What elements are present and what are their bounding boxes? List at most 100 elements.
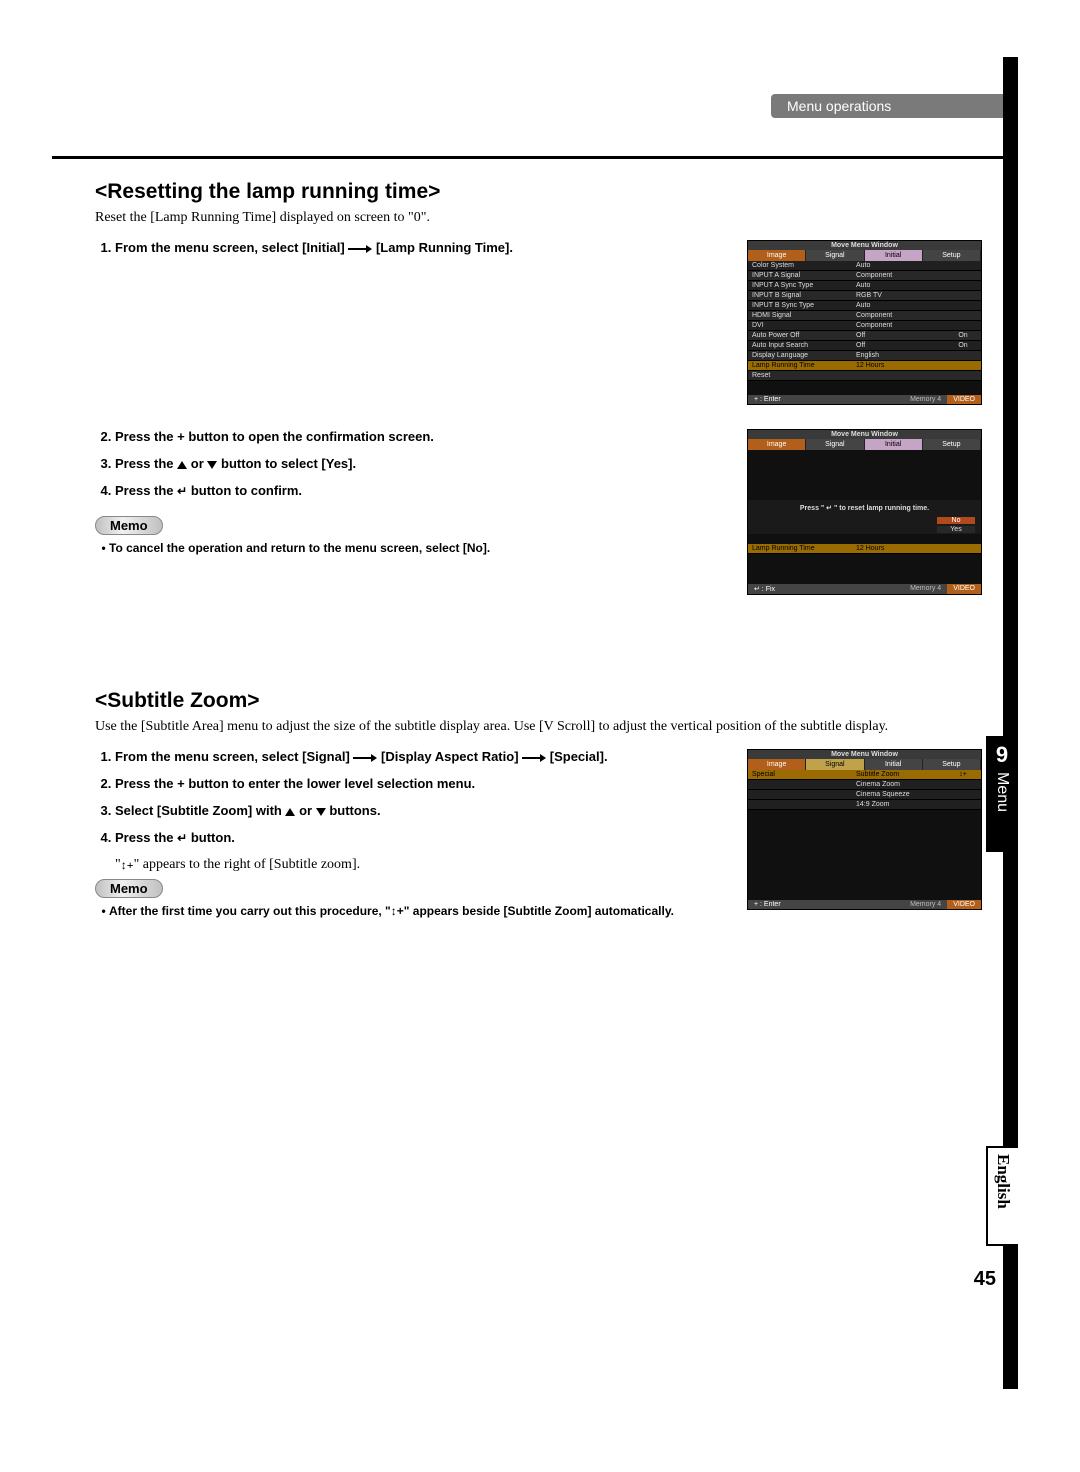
osd-footer-enter: + : Enter (748, 900, 787, 909)
osd-row-value: Off (856, 342, 949, 349)
osd-row: Cinema Squeeze (748, 790, 981, 800)
osd-row-value: 14:9 Zoom (856, 801, 977, 808)
chapter-title: Menu (993, 772, 1011, 812)
osd-option-yes: Yes (937, 526, 975, 533)
osd-row: Auto Power OffOffOn (748, 331, 981, 341)
osd-row-label: HDMI Signal (752, 312, 856, 319)
step-text: button to confirm. (191, 483, 302, 498)
osd-row-value: Cinema Zoom (856, 781, 977, 788)
chapter-tab: 9 Menu (986, 736, 1018, 852)
osd-row-label: Color System (752, 262, 856, 269)
note-adjust-icon: "↕+" appears to the right of [Subtitle z… (115, 857, 727, 873)
osd-row-value: Component (856, 272, 977, 279)
osd-row-label: Reset (752, 372, 856, 379)
osd-tabs: Image Signal Initial Setup (748, 759, 981, 770)
step-4-press-enter: Press the ↵ button. (115, 830, 727, 845)
osd-row: 14:9 Zoom (748, 800, 981, 810)
osd-row-value: RGB TV (856, 292, 977, 299)
osd-tab-image: Image (748, 439, 806, 450)
osd-footer-source: VIDEO (947, 395, 981, 404)
osd-row-label: Auto Power Off (752, 332, 856, 339)
step-text: or (191, 456, 208, 471)
osd-row: Cinema Zoom (748, 780, 981, 790)
enter-icon: ↵ (177, 831, 187, 845)
memo-list: To cancel the operation and return to th… (95, 541, 727, 555)
osd-option-no: No (937, 517, 975, 524)
step-2-lower-level: Press the + button to enter the lower le… (115, 776, 727, 791)
osd-row-value: Auto (856, 302, 977, 309)
step-text: Press the (115, 830, 177, 845)
memo-list: After the first time you carry out this … (95, 904, 727, 918)
osd-row: INPUT A SignalComponent (748, 271, 981, 281)
adjust-icon: ↕+ (949, 771, 977, 778)
osd-row-label: Auto Input Search (752, 342, 856, 349)
osd-row: Reset (748, 371, 981, 381)
osd-tab-initial: Initial (865, 250, 923, 261)
step-text: button to select [Yes]. (221, 456, 356, 471)
osd-footer: ↵ : Fix Memory 4 VIDEO (748, 584, 981, 594)
step-text: Press the (115, 456, 177, 471)
osd-row: Display LanguageEnglish (748, 351, 981, 361)
arrow-icon (348, 245, 372, 253)
page-number: 45 (974, 1268, 996, 1291)
step-1-initial-lamp: From the menu screen, select [Initial] [… (115, 240, 727, 255)
osd-confirm-message: Press " ↵ " to reset lamp running time. (748, 500, 981, 516)
osd-footer-enter: + : Enter (748, 395, 787, 404)
osd-tab-image: Image (748, 250, 806, 261)
osd-footer-memory: Memory 4 (904, 395, 947, 404)
osd-row-lamp-time: Lamp Running Time 12 Hours (748, 544, 981, 554)
osd-title: Move Menu Window (748, 241, 981, 250)
step-1-signal-special: From the menu screen, select [Signal] [D… (115, 749, 727, 764)
osd-row: INPUT B SignalRGB TV (748, 291, 981, 301)
osd-tab-initial: Initial (865, 439, 923, 450)
step-text: [Special]. (550, 749, 608, 764)
osd-tab-image: Image (748, 759, 806, 770)
memo-badge: Memo (95, 879, 163, 898)
osd-row-label: INPUT B Signal (752, 292, 856, 299)
triangle-up-icon (177, 461, 187, 469)
osd-panel-signal-special: Move Menu Window Image Signal Initial Se… (747, 749, 982, 910)
step-text: button. (191, 830, 235, 845)
osd-row-label: Display Language (752, 352, 856, 359)
osd-row-value: Off (856, 332, 949, 339)
memo-badge: Memo (95, 516, 163, 535)
step-text: or (299, 803, 316, 818)
osd-row-value: Auto (856, 282, 977, 289)
osd-row-label: INPUT B Sync Type (752, 302, 856, 309)
osd-row-special: Special Subtitle Zoom ↕+ (748, 770, 981, 780)
triangle-down-icon (316, 808, 326, 816)
osd-row: HDMI SignalComponent (748, 311, 981, 321)
osd-tab-signal: Signal (806, 759, 864, 770)
osd-row-value: 12 Hours (856, 362, 977, 369)
language-label: English (993, 1154, 1013, 1209)
osd-row-label: INPUT A Signal (752, 272, 856, 279)
intro-resetting-lamp: Reset the [Lamp Running Time] displayed … (95, 210, 980, 226)
osd-row: Auto Input SearchOffOn (748, 341, 981, 351)
osd-footer-memory: Memory 4 (904, 584, 947, 594)
osd-row: Lamp Running Time12 Hours (748, 361, 981, 371)
enter-icon: ↵ (177, 484, 187, 498)
osd-row-value: English (856, 352, 977, 359)
language-tab: English (986, 1146, 1018, 1246)
osd-tab-setup: Setup (923, 250, 981, 261)
chapter-number: 9 (986, 742, 1018, 768)
osd-footer-source: VIDEO (947, 584, 981, 594)
osd-row-label: Lamp Running Time (752, 545, 856, 552)
adjust-icon: ↕+ (121, 858, 134, 873)
osd-row-value: Auto (856, 262, 977, 269)
step-2-confirmation: Press the + button to open the confirmat… (115, 429, 727, 444)
osd-footer-source: VIDEO (947, 900, 981, 909)
osd-row-value (856, 372, 977, 379)
osd-panel-confirm: Move Menu Window Image Signal Initial Se… (747, 429, 982, 595)
arrow-icon (353, 754, 377, 762)
osd-row-value: Cinema Squeeze (856, 791, 977, 798)
step-4-confirm: Press the ↵ button to confirm. (115, 483, 727, 498)
osd-panel-initial-menu: Move Menu Window Image Signal Initial Se… (747, 240, 982, 405)
triangle-up-icon (285, 808, 295, 816)
step-text: [Display Aspect Ratio] (381, 749, 522, 764)
osd-tab-signal: Signal (806, 439, 864, 450)
note-text: " appears to the right of [Subtitle zoom… (134, 857, 361, 872)
osd-tab-initial: Initial (865, 759, 923, 770)
step-text: buttons. (329, 803, 380, 818)
osd-footer: + : Enter Memory 4 VIDEO (748, 900, 981, 909)
